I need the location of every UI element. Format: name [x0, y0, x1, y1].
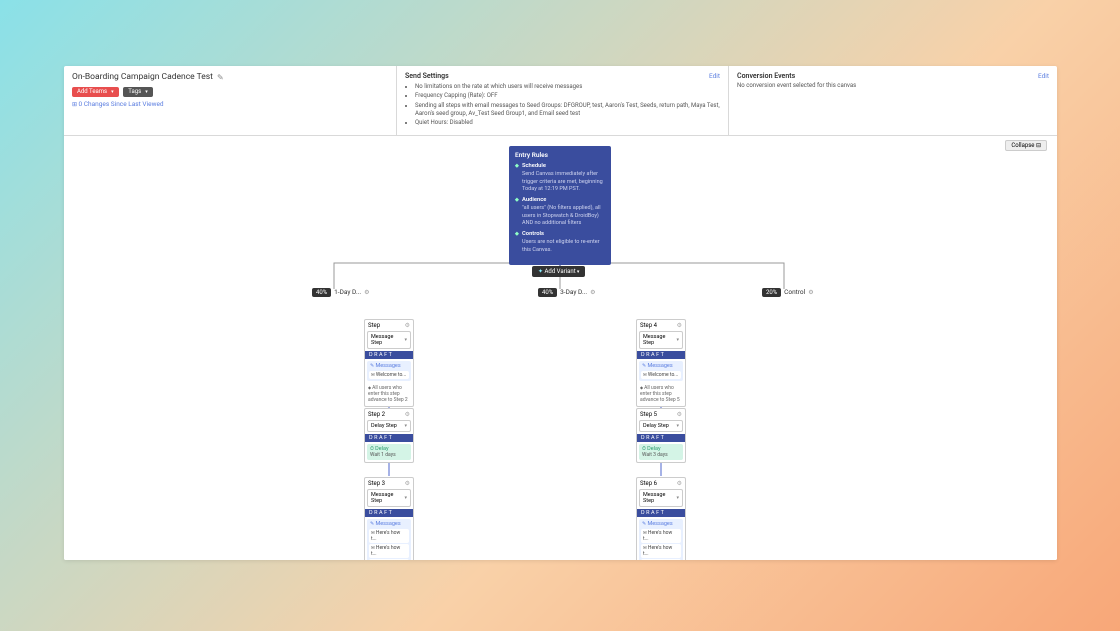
step-type-select[interactable]: Delay Step	[639, 420, 683, 432]
messages-block[interactable]: MessagesHere's how t...Here's how t...He…	[639, 519, 683, 560]
step-card-2[interactable]: Step 2 ⚙ Delay Step DRAFT DelayWait 1 day…	[364, 408, 414, 463]
controls-h: Controls	[515, 231, 605, 239]
variant-name: 1-Day D...	[334, 288, 361, 296]
draft-badge: DRAFT	[365, 434, 413, 442]
draft-badge: DRAFT	[637, 351, 685, 359]
audience-p: "all users" (No filters applied), all us…	[515, 205, 605, 227]
audience-h: Audience	[515, 197, 605, 205]
header-send-settings: Edit Send Settings No limitations on the…	[397, 66, 729, 135]
message-item[interactable]: Here's how t...	[641, 559, 681, 560]
variant-2[interactable]: 40% 3-Day D... ⚙	[538, 288, 596, 297]
message-item[interactable]: Here's how t...	[369, 529, 409, 543]
draft-badge: DRAFT	[637, 434, 685, 442]
gear-icon[interactable]: ⚙	[405, 480, 410, 487]
changes-link[interactable]: 0 Changes Since Last Viewed	[72, 100, 388, 109]
delay-block[interactable]: DelayWait 1 days	[367, 444, 411, 460]
conversion-edit-link[interactable]: Edit	[1038, 72, 1049, 81]
step-name: Step 5	[640, 411, 657, 418]
delay-p: Wait 3 days	[642, 452, 680, 458]
conversion-title: Conversion Events	[737, 72, 1049, 82]
send-edit-link[interactable]: Edit	[709, 72, 720, 81]
entry-rules-card[interactable]: Entry Rules ScheduleSend Canvas immediat…	[509, 146, 611, 266]
step-footer: All users who enter this step advance to…	[637, 383, 685, 406]
gear-icon[interactable]: ⚙	[677, 480, 682, 487]
draft-badge: DRAFT	[365, 509, 413, 517]
message-item[interactable]: Here's how t...	[641, 544, 681, 558]
send-bullet: Sending all steps with email messages to…	[415, 102, 720, 119]
canvas-title[interactable]: On-Boarding Campaign Cadence Test	[72, 72, 213, 84]
entry-title: Entry Rules	[515, 151, 605, 160]
add-variant-button[interactable]: Add Variant	[532, 266, 585, 277]
step-card-6[interactable]: Step 6⚙ Message Step DRAFT MessagesHere'…	[636, 477, 686, 560]
controls-p: Users are not eligible to re-enter this …	[515, 239, 605, 254]
gear-icon[interactable]: ⚙	[405, 411, 410, 418]
schedule-p: Send Canvas immediately after trigger cr…	[515, 171, 605, 193]
send-bullet: No limitations on the rate at which user…	[415, 83, 720, 91]
messages-h: Messages	[641, 520, 681, 528]
variant-pct: 40%	[312, 288, 331, 297]
message-item[interactable]: Welcome to...	[641, 371, 681, 379]
gear-icon[interactable]: ⚙	[590, 289, 595, 296]
step-name: Step 2	[368, 411, 385, 418]
step-name: Step 4	[640, 322, 657, 329]
delay-p: Wait 1 days	[370, 452, 408, 458]
add-teams-button[interactable]: Add Teams	[72, 87, 119, 97]
send-settings-list: No limitations on the rate at which user…	[405, 83, 720, 128]
variant-name: Control	[784, 288, 805, 296]
messages-h: Messages	[369, 520, 409, 528]
step-footer: All users who enter this step advance to…	[365, 383, 413, 406]
header-left: On-Boarding Campaign Cadence Test ✎ Add …	[64, 66, 397, 135]
step-name: Step 3	[368, 480, 385, 487]
messages-h: Messages	[369, 362, 409, 370]
messages-block[interactable]: MessagesHere's how t...Here's how t...He…	[367, 519, 411, 560]
step-type-select[interactable]: Message Step	[639, 331, 683, 349]
variant-pct: 20%	[762, 288, 781, 297]
gear-icon[interactable]: ⚙	[677, 322, 682, 329]
conversion-desc: No conversion event selected for this ca…	[737, 82, 1049, 90]
header-conversion: Edit Conversion Events No conversion eve…	[729, 66, 1057, 135]
draft-badge: DRAFT	[365, 351, 413, 359]
app-window: On-Boarding Campaign Cadence Test ✎ Add …	[64, 66, 1057, 560]
messages-block[interactable]: MessagesWelcome to...	[639, 361, 683, 381]
gear-icon[interactable]: ⚙	[677, 411, 682, 418]
step-type-select[interactable]: Message Step	[367, 489, 411, 507]
variant-name: 3-Day D...	[560, 288, 587, 296]
gear-icon[interactable]: ⚙	[364, 289, 369, 296]
schedule-h: Schedule	[515, 163, 605, 171]
message-item[interactable]: Here's how t...	[369, 544, 409, 558]
gear-icon[interactable]: ⚙	[808, 289, 813, 296]
step-name: Step 6	[640, 480, 657, 487]
message-item[interactable]: Here's how t...	[641, 529, 681, 543]
collapse-button[interactable]: Collapse ⊟	[1005, 140, 1047, 151]
tags-button[interactable]: Tags	[123, 87, 153, 97]
send-bullet: Frequency Capping (Rate): OFF	[415, 92, 720, 100]
messages-block[interactable]: MessagesWelcome to...	[367, 361, 411, 381]
header: On-Boarding Campaign Cadence Test ✎ Add …	[64, 66, 1057, 136]
step-type-select[interactable]: Message Step	[639, 489, 683, 507]
variant-3[interactable]: 20% Control ⚙	[762, 288, 814, 297]
send-bullet: Quiet Hours: Disabled	[415, 119, 720, 127]
step-card-4[interactable]: Step 4 ⚙ Message Step DRAFT MessagesWelco…	[636, 319, 686, 407]
message-item[interactable]: Here's how t...	[369, 559, 409, 560]
send-settings-title: Send Settings	[405, 72, 720, 82]
messages-h: Messages	[641, 362, 681, 370]
step-type-select[interactable]: Message Step	[367, 331, 411, 349]
message-item[interactable]: Welcome to...	[369, 371, 409, 379]
gear-icon[interactable]: ⚙	[405, 322, 410, 329]
canvas-area[interactable]: Collapse ⊟ Entry Rules ScheduleSend Canv…	[64, 136, 1057, 560]
pencil-icon[interactable]: ✎	[217, 72, 224, 83]
step-type-select[interactable]: Delay Step	[367, 420, 411, 432]
step-card-3[interactable]: Step 3⚙ Message Step DRAFT MessagesHere'…	[364, 477, 414, 560]
step-name: Step	[368, 322, 380, 329]
step-card-1[interactable]: Step ⚙ Message Step DRAFT MessagesWelcome…	[364, 319, 414, 407]
variant-pct: 40%	[538, 288, 557, 297]
draft-badge: DRAFT	[637, 509, 685, 517]
step-card-5[interactable]: Step 5 ⚙ Delay Step DRAFT DelayWait 3 day…	[636, 408, 686, 463]
delay-block[interactable]: DelayWait 3 days	[639, 444, 683, 460]
variant-1[interactable]: 40% 1-Day D... ⚙	[312, 288, 370, 297]
